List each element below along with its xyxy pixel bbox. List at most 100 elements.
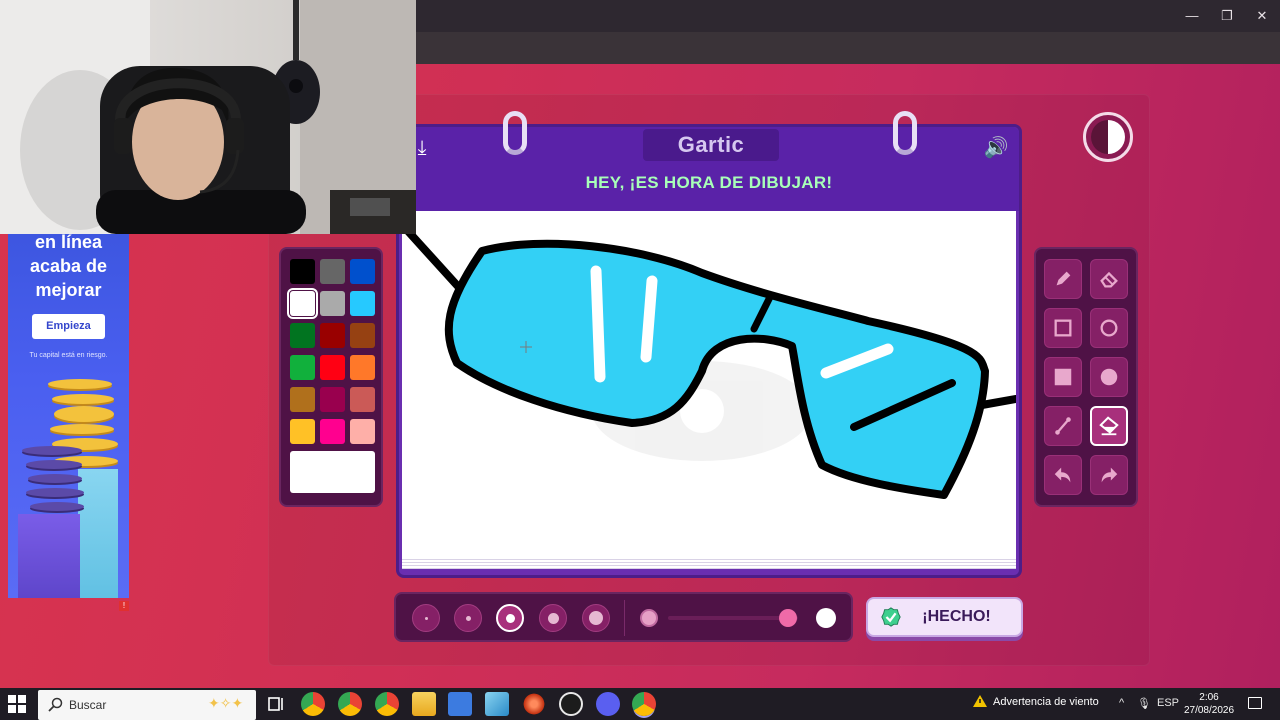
- eraser-tool[interactable]: [1090, 259, 1128, 299]
- ad-graphic-bar: [78, 469, 118, 598]
- ad-headline-line-3: mejorar: [35, 280, 102, 300]
- binder-ring: [503, 111, 527, 155]
- windows-start-icon[interactable]: [8, 695, 26, 713]
- color-swatch[interactable]: [320, 291, 345, 316]
- color-swatch[interactable]: [350, 419, 375, 444]
- line-tool[interactable]: [1044, 406, 1082, 446]
- color-swatch[interactable]: [290, 355, 315, 380]
- ellipse-outline-tool[interactable]: [1090, 308, 1128, 348]
- ellipse-filled-tool[interactable]: [1090, 357, 1128, 397]
- redo-button[interactable]: [1090, 455, 1128, 495]
- color-swatch[interactable]: [350, 323, 375, 348]
- color-swatch[interactable]: [350, 387, 375, 412]
- gartic-logo: Gartic: [643, 129, 779, 161]
- ad-headline-line-1: en línea: [34, 234, 103, 252]
- system-clock[interactable]: 2:06 27/08/2026: [1183, 691, 1235, 717]
- app-icon[interactable]: [522, 692, 546, 716]
- windows-taskbar: Buscar ✦✧✦ Advertencia de viento ^ 🎙 ESP…: [0, 688, 1280, 720]
- color-swatch[interactable]: [320, 355, 345, 380]
- ad-report-flag[interactable]: !: [119, 601, 129, 611]
- ad-coin-graphic: [54, 406, 114, 422]
- chrome-icon[interactable]: [375, 692, 399, 716]
- redo-icon: [1101, 467, 1118, 483]
- calculator-icon[interactable]: [448, 692, 472, 716]
- brush-size-3-button[interactable]: [496, 604, 524, 632]
- size-dot-icon: [547, 612, 559, 624]
- rectangle-filled-tool[interactable]: [1044, 357, 1082, 397]
- ad-coin-graphic: [30, 502, 84, 511]
- obs-icon[interactable]: [559, 692, 583, 716]
- ad-coin-graphic: [26, 460, 82, 469]
- done-button[interactable]: ¡HECHO!: [866, 597, 1023, 637]
- undo-icon: [1054, 467, 1071, 483]
- restore-button[interactable]: ❐: [1217, 6, 1237, 26]
- color-swatch[interactable]: [320, 323, 345, 348]
- ad-coin-graphic: [50, 424, 114, 434]
- color-swatch[interactable]: [350, 259, 375, 284]
- opacity-high-button[interactable]: [816, 608, 836, 628]
- size-dot-icon: [589, 611, 603, 625]
- app-icon[interactable]: [485, 692, 509, 716]
- webcam-overlay: [0, 0, 416, 234]
- color-swatch[interactable]: [290, 259, 315, 284]
- search-icon: [48, 697, 63, 712]
- undo-button[interactable]: [1044, 455, 1082, 495]
- speaker-icon[interactable]: 🔊: [983, 135, 1009, 161]
- task-view-icon[interactable]: [264, 692, 288, 716]
- weather-text: Advertencia de viento: [993, 696, 1099, 708]
- color-swatch[interactable]: [290, 323, 315, 348]
- square-filled-icon: [1054, 368, 1072, 386]
- color-swatch[interactable]: [320, 387, 345, 412]
- close-button[interactable]: ✕: [1252, 6, 1272, 26]
- square-outline-icon: [1054, 319, 1072, 337]
- rectangle-outline-tool[interactable]: [1044, 308, 1082, 348]
- brush-size-5-button[interactable]: [582, 604, 610, 632]
- notification-icon[interactable]: [1248, 697, 1262, 709]
- language-indicator[interactable]: ESP: [1157, 697, 1179, 709]
- chrome-icon[interactable]: [338, 692, 362, 716]
- theme-toggle-button[interactable]: [1083, 112, 1133, 162]
- ad-disclaimer: Tu capital está en riesgo.: [29, 352, 108, 359]
- ad-cta-button[interactable]: Empieza: [32, 314, 105, 339]
- color-swatch[interactable]: [320, 419, 345, 444]
- microphone-icon[interactable]: 🎙: [1137, 697, 1151, 710]
- discord-icon[interactable]: [596, 692, 620, 716]
- pencil-tool[interactable]: [1044, 259, 1082, 299]
- color-swatch[interactable]: [350, 291, 375, 316]
- brush-size-1-button[interactable]: [412, 604, 440, 632]
- search-placeholder: Buscar: [69, 698, 107, 712]
- size-dot-icon: [505, 613, 515, 623]
- color-swatch[interactable]: [350, 355, 375, 380]
- chrome-icon[interactable]: [301, 692, 325, 716]
- check-badge-icon: [881, 607, 901, 627]
- minimize-button[interactable]: —: [1182, 6, 1202, 26]
- color-swatch[interactable]: [320, 259, 345, 284]
- clock-date: 27/08/2026: [1183, 705, 1235, 716]
- color-swatch[interactable]: [290, 419, 315, 444]
- taskbar-search-box[interactable]: Buscar ✦✧✦: [38, 690, 256, 720]
- fill-bucket-tool[interactable]: [1090, 406, 1128, 446]
- ad-coin-graphic: [22, 446, 82, 455]
- clock-time: 2:06: [1199, 692, 1219, 703]
- line-icon: [1055, 417, 1071, 435]
- opacity-slider-handle[interactable]: [778, 609, 797, 627]
- color-palette: [279, 247, 383, 507]
- brush-size-4-button[interactable]: [539, 604, 567, 632]
- color-swatch[interactable]: [290, 387, 315, 412]
- brush-size-2-button[interactable]: [454, 604, 482, 632]
- opacity-low-button[interactable]: [640, 609, 658, 627]
- brush-settings-bar: [394, 592, 853, 642]
- weather-widget[interactable]: Advertencia de viento: [973, 695, 1099, 708]
- ad-coin-graphic: [28, 474, 82, 483]
- binder-ring: [893, 111, 917, 155]
- size-dot-icon: [465, 615, 471, 621]
- advertisement[interactable]: en línea acaba de mejorar Empieza Tu cap…: [8, 234, 129, 598]
- done-button-label: ¡HECHO!: [922, 608, 991, 625]
- drawing-board: ⤓ Gartic 🔊 HEY, ¡ES HORA DE DIBUJAR!: [396, 111, 1022, 578]
- chevron-up-icon[interactable]: ^: [1119, 697, 1124, 709]
- color-swatch[interactable]: [287, 288, 318, 319]
- turn-banner: HEY, ¡ES HORA DE DIBUJAR!: [585, 173, 833, 192]
- file-explorer-icon[interactable]: [412, 692, 436, 716]
- drawing-canvas[interactable]: [402, 211, 1016, 557]
- chrome-icon[interactable]: [632, 692, 656, 716]
